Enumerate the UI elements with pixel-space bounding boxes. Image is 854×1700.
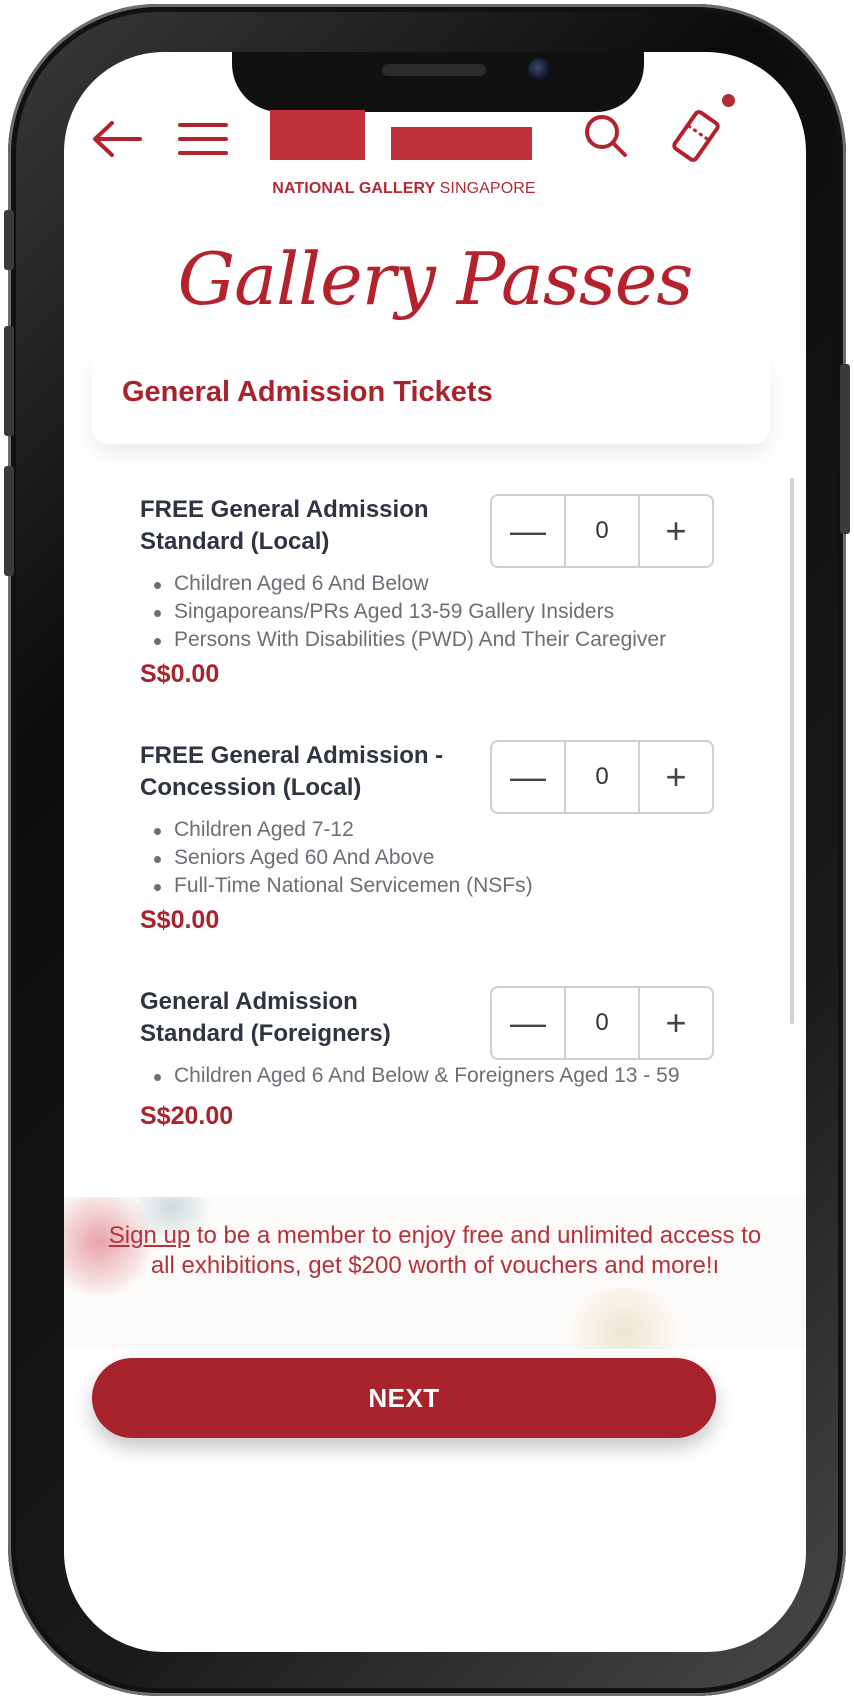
eligibility-item: Full-Time National Servicemen (NSFs) [154,872,533,900]
volume-up-button [4,326,14,436]
section-header-card: General Admission Tickets [92,352,770,444]
eligibility-item: Seniors Aged 60 And Above [154,844,533,872]
eligibility-list: Children Aged 6 And Below & Foreigners A… [154,1062,680,1090]
membership-text: Sign up to be a member to enjoy free and… [104,1221,766,1281]
eligibility-item: Singaporeans/PRs Aged 13-59 Gallery Insi… [154,598,666,626]
next-button[interactable]: NEXT [92,1358,716,1438]
increment-button[interactable]: + [640,496,712,566]
page-title: Gallery Passes [177,237,694,321]
membership-description: to be a member to enjoy free and unlimit… [150,1222,762,1279]
quantity-value[interactable]: 0 [564,742,640,812]
increment-button[interactable]: + [640,742,712,812]
eligibility-item: Children Aged 7-12 [154,816,533,844]
front-camera [528,58,552,82]
decrement-button[interactable]: — [492,988,564,1058]
ticket-price: S$20.00 [140,1102,234,1130]
hamburger-menu-icon[interactable] [178,122,228,156]
quantity-stepper: — 0 + [490,494,714,568]
arrow-left-icon[interactable] [90,120,144,158]
logo-block-left [270,110,365,160]
eligibility-item: Persons With Disabilities (PWD) And Thei… [154,626,666,654]
sign-up-link[interactable]: Sign up [109,1222,190,1249]
logo-block-right [391,127,532,160]
ticket-name: FREE General Admission - Concession (Loc… [140,742,444,801]
phone-frame: NATIONAL GALLERY SINGAPORE Gallery Passe… [4,4,850,1696]
eligibility-list: Children Aged 6 And Below Singaporeans/P… [154,570,666,654]
ticket-list[interactable]: FREE General Admission Standard (Local) … [64,462,806,1197]
cart-notification-dot [722,94,735,107]
speaker-grille [382,64,486,76]
search-icon[interactable] [584,114,628,158]
decrement-button[interactable]: — [492,742,564,812]
ticket-name: General Admission Standard (Foreigners) [140,988,391,1047]
brand-name-bold: NATIONAL GALLERY [272,180,436,197]
app-screen: NATIONAL GALLERY SINGAPORE Gallery Passe… [64,52,806,1652]
membership-banner: Sign up to be a member to enjoy free and… [64,1197,806,1349]
ticket-icon[interactable] [668,108,724,164]
eligibility-item: Children Aged 6 And Below [154,570,666,598]
notch [232,52,644,112]
eligibility-list: Children Aged 7-12 Seniors Aged 60 And A… [154,816,533,900]
decrement-button[interactable]: — [492,496,564,566]
section-title: General Admission Tickets [122,376,493,408]
quantity-value[interactable]: 0 [564,988,640,1058]
eligibility-item: Children Aged 6 And Below & Foreigners A… [154,1062,680,1090]
quantity-stepper: — 0 + [490,740,714,814]
brand-name: NATIONAL GALLERY SINGAPORE [264,180,544,198]
increment-button[interactable]: + [640,988,712,1058]
quantity-value[interactable]: 0 [564,496,640,566]
watercolor-splash [564,1287,684,1349]
ticket-price: S$0.00 [140,906,220,934]
brand-name-light: SINGAPORE [439,180,536,197]
power-button [840,364,850,534]
volume-down-button [4,466,14,576]
scrollbar[interactable] [790,478,794,1024]
mute-switch [4,210,14,270]
quantity-stepper: — 0 + [490,986,714,1060]
ticket-price: S$0.00 [140,660,220,688]
ticket-name: FREE General Admission Standard (Local) [140,496,429,555]
